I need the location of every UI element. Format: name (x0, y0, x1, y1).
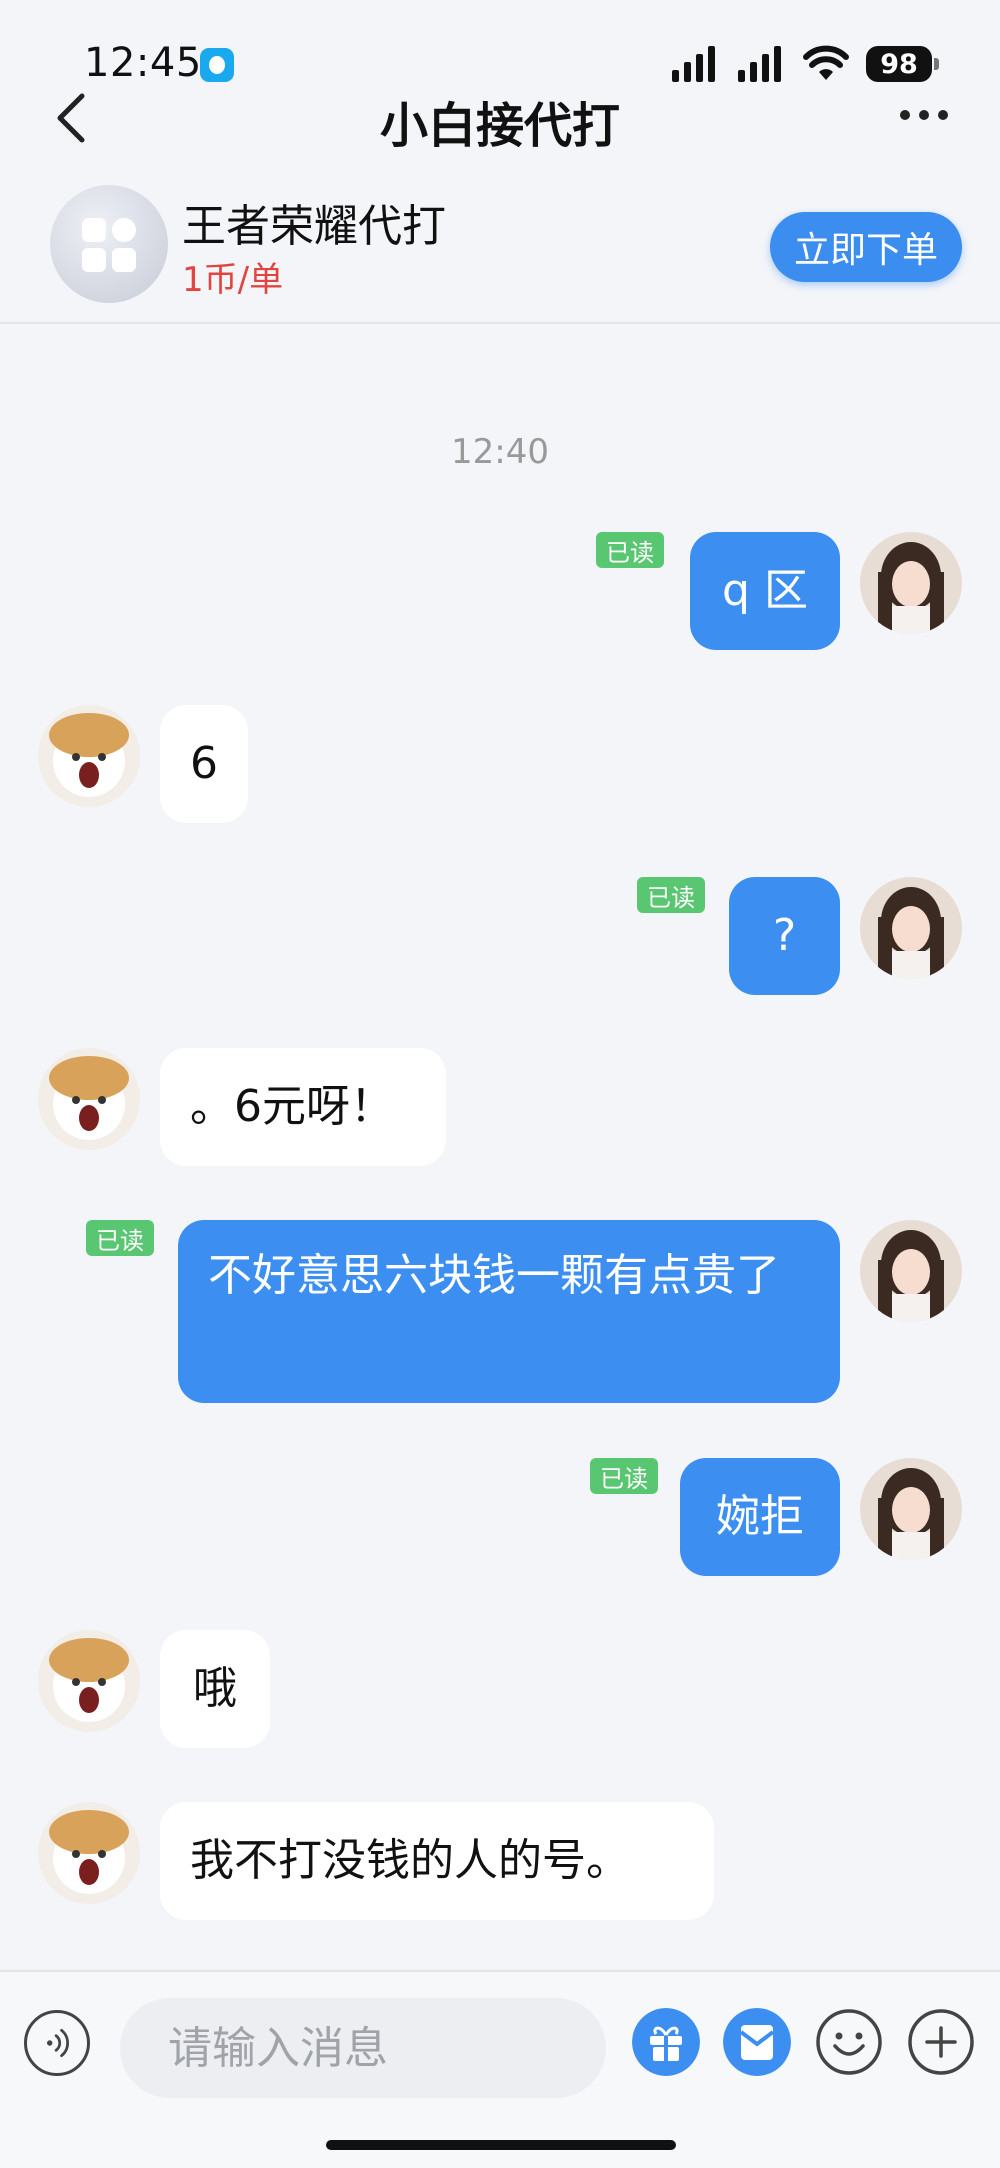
contact-avatar[interactable] (38, 705, 140, 807)
signal-icon (672, 44, 715, 82)
message-bubble-sent[interactable]: ? (729, 877, 840, 995)
service-price: 1币/单 (182, 260, 284, 300)
plus-icon[interactable] (907, 2008, 975, 2076)
apps-grid-icon (82, 218, 136, 272)
app-notification-icon (200, 48, 234, 82)
my-avatar[interactable] (860, 532, 962, 634)
read-badge: 已读 (637, 877, 705, 913)
contact-avatar[interactable] (38, 1802, 140, 1904)
my-avatar[interactable] (860, 877, 962, 979)
battery-tip (934, 58, 939, 70)
order-now-button[interactable]: 立即下单 (770, 212, 962, 282)
header-divider (0, 322, 1000, 324)
read-badge: 已读 (596, 532, 664, 568)
voice-icon[interactable] (24, 2010, 90, 2076)
my-avatar[interactable] (860, 1220, 962, 1322)
message-bubble-sent[interactable]: 不好意思六块钱一颗有点贵了 (178, 1220, 840, 1403)
wifi-icon (803, 45, 849, 80)
gift-icon[interactable] (632, 2008, 700, 2076)
contact-avatar[interactable] (38, 1630, 140, 1732)
page-title: 小白接代打 (379, 98, 620, 154)
emoji-icon[interactable] (815, 2008, 883, 2076)
message-bubble-sent[interactable]: q 区 (690, 532, 840, 650)
battery-indicator: 98 (866, 46, 932, 82)
message-bubble-received[interactable]: 哦 (160, 1630, 270, 1748)
message-bubble-sent[interactable]: 婉拒 (680, 1458, 840, 1576)
signal-icon-2 (738, 44, 781, 82)
coupon-icon[interactable] (723, 2008, 791, 2076)
status-time: 12:45 (84, 40, 202, 86)
more-dots-icon[interactable] (900, 100, 960, 130)
contact-avatar[interactable] (38, 1048, 140, 1150)
read-badge: 已读 (590, 1458, 658, 1494)
message-bubble-received[interactable]: 。6元呀！ (160, 1048, 446, 1166)
message-bubble-received[interactable]: 6 (160, 705, 248, 823)
message-input[interactable] (120, 1998, 606, 2098)
my-avatar[interactable] (860, 1458, 962, 1560)
service-name: 王者荣耀代打 (182, 201, 446, 252)
read-badge: 已读 (86, 1220, 154, 1256)
home-indicator (326, 2140, 676, 2150)
message-bubble-received[interactable]: 我不打没钱的人的号。 (160, 1802, 714, 1920)
chat-time-marker: 12:40 (451, 432, 549, 472)
